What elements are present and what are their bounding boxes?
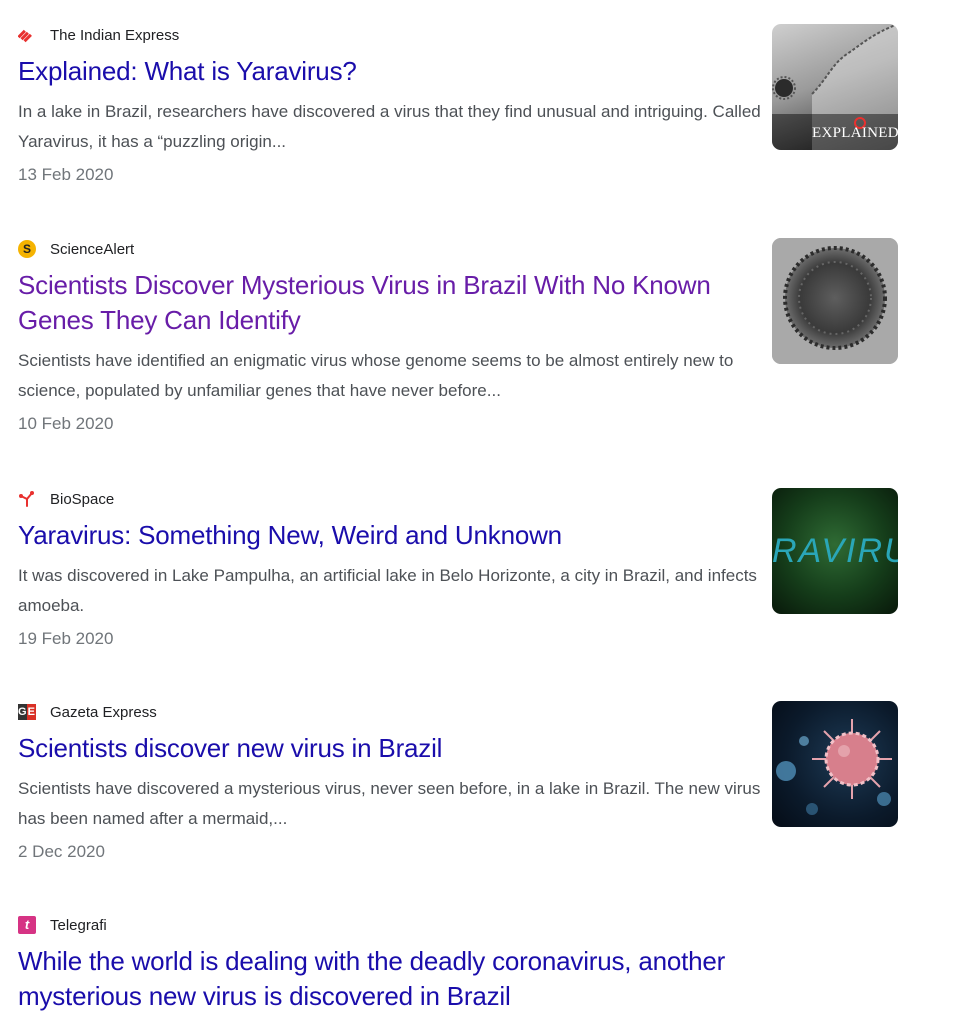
result-title-link[interactable]: Scientists discover new virus in Brazil: [18, 731, 778, 766]
telegrafi-favicon-icon: t: [18, 916, 36, 934]
result-title-link[interactable]: Yaravirus: Something New, Weird and Unkn…: [18, 518, 778, 553]
source-name: Gazeta Express: [50, 703, 157, 721]
news-result: t Telegrafi While the world is dealing w…: [18, 914, 918, 1014]
result-snippet: Scientists have identified an enigmatic …: [18, 351, 734, 400]
source-name: ScienceAlert: [50, 240, 135, 258]
result-date: 10 Feb 2020: [18, 414, 114, 433]
thumbnail-label: RAVIRU: [772, 532, 898, 570]
result-title-link[interactable]: Scientists Discover Mysterious Virus in …: [18, 268, 778, 338]
result-snippet: In a lake in Brazil, researchers have di…: [18, 102, 761, 151]
result-thumbnail[interactable]: RAVIRU: [772, 488, 898, 614]
source-name: Telegrafi: [50, 916, 107, 934]
source-name: BioSpace: [50, 490, 115, 508]
result-source[interactable]: t Telegrafi: [18, 914, 918, 936]
result-date: 2 Dec 2020: [18, 842, 105, 861]
biospace-favicon-icon: [18, 490, 36, 508]
result-thumbnail[interactable]: [772, 238, 898, 364]
result-title-link[interactable]: Explained: What is Yaravirus?: [18, 54, 778, 89]
result-date: 19 Feb 2020: [18, 629, 114, 648]
result-date: 13 Feb 2020: [18, 165, 114, 184]
gazeta-express-favicon-icon: GE: [18, 704, 36, 720]
result-thumbnail[interactable]: [772, 701, 898, 827]
source-name: The Indian Express: [50, 26, 180, 44]
result-title-link[interactable]: While the world is dealing with the dead…: [18, 944, 818, 1014]
result-snippet: Scientists have discovered a mysterious …: [18, 779, 761, 828]
indian-express-favicon-icon: [17, 26, 36, 44]
result-snippet: It was discovered in Lake Pampulha, an a…: [18, 566, 757, 615]
thumbnail-label: EXPLAINED: [812, 125, 898, 141]
result-thumbnail[interactable]: EXPLAINED: [772, 24, 898, 150]
sciencealert-favicon-icon: S: [18, 240, 36, 258]
